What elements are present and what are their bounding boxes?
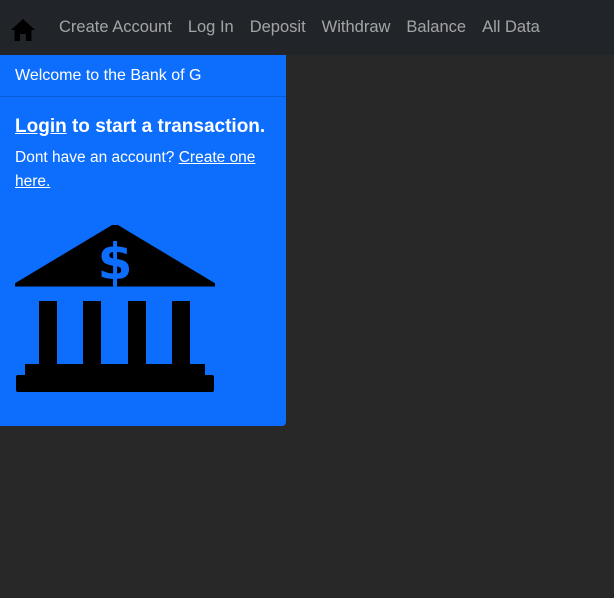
card-title: Login to start a transaction.: [15, 114, 271, 140]
nav-link-deposit[interactable]: Deposit: [242, 18, 314, 37]
nav-link-all-data[interactable]: All Data: [474, 18, 548, 37]
nav-link-create-account[interactable]: Create Account: [46, 18, 180, 37]
card-text: Dont have an account? Create one here.: [15, 146, 271, 194]
card-header: Welcome to the Bank of G: [0, 55, 286, 97]
home-icon[interactable]: [10, 14, 36, 42]
welcome-card: Welcome to the Bank of G Login to start …: [0, 55, 286, 426]
bank-symbol: $: [98, 233, 133, 291]
login-link[interactable]: Login: [15, 116, 67, 137]
nav-link-log-in[interactable]: Log In: [180, 18, 242, 37]
card-title-rest: to start a transaction.: [66, 116, 266, 137]
card-text-prefix: Dont have an account?: [15, 149, 179, 166]
nav-links: Create Account Log In Deposit Withdraw B…: [46, 18, 548, 37]
nav-link-withdraw[interactable]: Withdraw: [314, 18, 399, 37]
nav-link-balance[interactable]: Balance: [398, 18, 474, 37]
navbar: Create Account Log In Deposit Withdraw B…: [0, 0, 614, 55]
bank-icon: $: [15, 225, 215, 392]
card-body: Login to start a transaction. Dont have …: [0, 97, 286, 194]
